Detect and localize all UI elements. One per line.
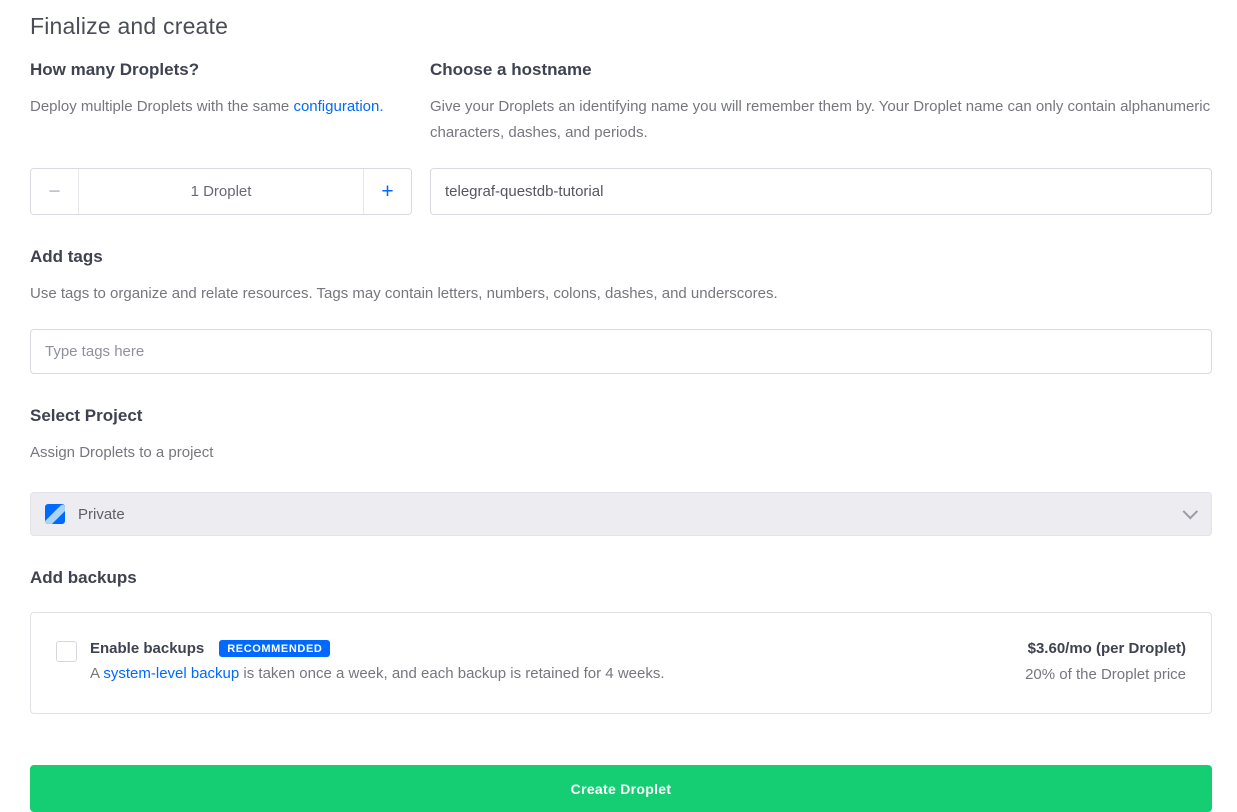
hostname-control — [430, 168, 1212, 215]
tags-description: Use tags to organize and relate resource… — [30, 281, 1212, 307]
enable-backups-label: Enable backups — [90, 640, 204, 657]
hostname-input[interactable] — [430, 168, 1212, 215]
project-section: Select Project Assign Droplets to a proj… — [30, 406, 1212, 536]
backups-detail-prefix: A — [90, 665, 103, 682]
decrement-droplets-button[interactable]: − — [31, 169, 79, 214]
increment-droplets-button[interactable]: + — [363, 169, 411, 214]
create-droplet-button[interactable]: Create Droplet — [30, 765, 1212, 812]
backups-price-note: 20% of the Droplet price — [1025, 666, 1186, 683]
backups-section: Add backups Enable backups RECOMMENDED A… — [30, 568, 1212, 714]
top-sections: How many Droplets? Deploy multiple Dropl… — [30, 60, 1212, 215]
droplet-count-description: Deploy multiple Droplets with the same c… — [30, 94, 412, 120]
droplet-count-control: − 1 Droplet + — [30, 168, 412, 215]
droplet-count-description-text: Deploy multiple Droplets with the same — [30, 98, 293, 115]
backups-pricing: $3.60/mo (per Droplet) 20% of the Drople… — [1025, 640, 1186, 683]
droplet-count-section: How many Droplets? Deploy multiple Dropl… — [30, 60, 412, 120]
droplet-count-heading: How many Droplets? — [30, 60, 412, 80]
system-level-backup-link[interactable]: system-level backup — [103, 665, 239, 682]
backups-card: Enable backups RECOMMENDED A system-leve… — [30, 612, 1212, 714]
configuration-link[interactable]: configuration. — [293, 98, 383, 115]
hostname-section: Choose a hostname Give your Droplets an … — [430, 60, 1212, 146]
hostname-heading: Choose a hostname — [430, 60, 1212, 80]
recommended-badge: RECOMMENDED — [219, 640, 330, 657]
enable-backups-checkbox[interactable] — [56, 641, 77, 662]
finalize-and-create-page: Finalize and create How many Droplets? D… — [0, 0, 1237, 812]
backups-option: Enable backups RECOMMENDED A system-leve… — [56, 640, 665, 682]
project-select-dropdown[interactable]: Private — [30, 492, 1212, 536]
backups-price: $3.60/mo (per Droplet) — [1025, 640, 1186, 657]
hostname-description: Give your Droplets an identifying name y… — [430, 94, 1212, 146]
tags-control — [30, 329, 1212, 374]
backups-label-row: Enable backups RECOMMENDED — [90, 640, 665, 657]
droplet-count-stepper: − 1 Droplet + — [30, 168, 412, 215]
backups-detail-suffix: is taken once a week, and each backup is… — [239, 665, 664, 682]
project-heading: Select Project — [30, 406, 1212, 426]
project-icon — [45, 504, 65, 524]
page-title: Finalize and create — [30, 13, 1212, 40]
tags-section: Add tags Use tags to organize and relate… — [30, 247, 1212, 374]
backups-texts: Enable backups RECOMMENDED A system-leve… — [90, 640, 665, 682]
backups-heading: Add backups — [30, 568, 1212, 588]
tags-input[interactable] — [30, 329, 1212, 374]
droplet-count-value: 1 Droplet — [79, 169, 363, 214]
chevron-down-icon — [1183, 503, 1199, 519]
backups-detail: A system-level backup is taken once a we… — [90, 665, 665, 682]
selected-project-name: Private — [78, 506, 1182, 523]
project-description: Assign Droplets to a project — [30, 440, 1212, 466]
tags-heading: Add tags — [30, 247, 1212, 267]
